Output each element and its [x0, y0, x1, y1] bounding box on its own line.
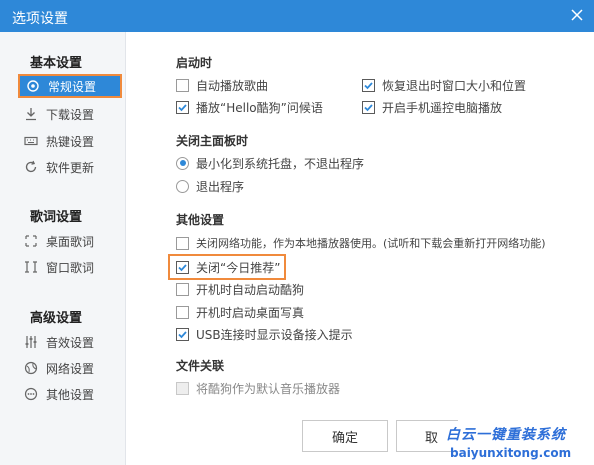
- checkbox-box[interactable]: [176, 236, 189, 250]
- sidebar-item-label: 热键设置: [46, 134, 95, 149]
- equalizer-icon: [24, 335, 38, 349]
- option-label: 最小化到系统托盘，不退出程序: [196, 156, 365, 171]
- checkbox-box: [176, 381, 189, 395]
- checkbox-desktop-photo[interactable]: 开机时启动桌面写真: [176, 303, 304, 321]
- radio-exit-program[interactable]: 退出程序: [176, 177, 244, 195]
- radio-button[interactable]: [176, 179, 189, 193]
- radio-minimize-tray[interactable]: 最小化到系统托盘，不退出程序: [176, 154, 364, 172]
- option-label: 恢复退出时窗口大小和位置: [382, 78, 527, 93]
- checkbox-autoplay[interactable]: 自动播放歌曲: [176, 76, 268, 94]
- option-label: 关闭“今日推荐”: [196, 260, 281, 275]
- sidebar-item-label: 其他设置: [46, 387, 95, 402]
- checkbox-box[interactable]: [176, 305, 189, 319]
- sidebar-item-download[interactable]: 下载设置: [24, 102, 110, 126]
- section-heading-close-panel: 关闭主面板时: [176, 134, 249, 148]
- radio-button[interactable]: [176, 156, 189, 170]
- title-bar: 选项设置: [0, 0, 594, 32]
- sidebar-item-network[interactable]: 网络设置: [24, 356, 110, 380]
- sidebar-heading-advanced: 高级设置: [30, 311, 83, 326]
- keyboard-icon: [24, 134, 38, 148]
- checkbox-restore-window[interactable]: 恢复退出时窗口大小和位置: [362, 76, 526, 94]
- sidebar-item-update[interactable]: 软件更新: [24, 155, 110, 179]
- checkbox-box[interactable]: [176, 78, 189, 92]
- section-heading-file-assoc: 文件关联: [176, 359, 225, 373]
- settings-content: 启动时 自动播放歌曲 恢复退出时窗口大小和位置 播放“Hello酷狗”问候语 开…: [126, 32, 594, 465]
- checkbox-autostart[interactable]: 开机时自动启动酷狗: [176, 280, 304, 298]
- sidebar-item-window-lyrics[interactable]: 窗口歌词: [24, 255, 110, 279]
- checkbox-box[interactable]: [362, 78, 375, 92]
- gear-icon: [26, 79, 40, 93]
- sidebar-item-label: 下载设置: [46, 107, 95, 122]
- option-label: 开机时自动启动酷狗: [196, 282, 305, 297]
- option-label: 开机时启动桌面写真: [196, 305, 305, 320]
- checkbox-disable-daily-recommend[interactable]: 关闭“今日推荐”: [176, 258, 280, 276]
- checkbox-box[interactable]: [176, 282, 189, 296]
- checkbox-phone-remote[interactable]: 开启手机遥控电脑播放: [362, 98, 502, 116]
- checkbox-default-player: 将酷狗作为默认音乐播放器: [176, 379, 340, 397]
- sidebar-item-sound[interactable]: 音效设置: [24, 330, 110, 354]
- checkbox-box[interactable]: [362, 100, 375, 114]
- checkbox-hello-greeting[interactable]: 播放“Hello酷狗”问候语: [176, 98, 323, 116]
- sidebar: 基本设置 常规设置 下载设置 热键设置 软件更新 歌词设置 桌面歌词 窗口歌词 …: [0, 32, 126, 465]
- option-label: USB连接时显示设备接入提示: [196, 327, 353, 342]
- sidebar-item-desktop-lyrics[interactable]: 桌面歌词: [24, 229, 110, 253]
- checkbox-disable-network[interactable]: 关闭网络功能，作为本地播放器使用。(试听和下载会重新打开网络功能): [176, 234, 546, 252]
- option-label: 关闭网络功能，作为本地播放器使用。(试听和下载会重新打开网络功能): [196, 237, 546, 250]
- watermark-url: baiyunxitong.com: [450, 446, 572, 460]
- option-label: 开启手机遥控电脑播放: [382, 100, 503, 115]
- checkbox-box[interactable]: [176, 260, 189, 274]
- sidebar-item-label: 软件更新: [46, 160, 95, 175]
- sidebar-item-label: 网络设置: [46, 361, 95, 376]
- download-icon: [24, 107, 38, 121]
- option-label: 播放“Hello酷狗”问候语: [196, 100, 323, 115]
- window-lyrics-icon: [24, 260, 38, 274]
- option-label: 自动播放歌曲: [196, 78, 269, 93]
- watermark: 白云一键重装系统 baiyunxitong.com: [440, 422, 594, 465]
- ok-button[interactable]: 确定: [302, 420, 388, 452]
- sidebar-item-other[interactable]: 其他设置: [24, 382, 110, 406]
- checkbox-box[interactable]: [176, 327, 189, 341]
- sidebar-item-label: 常规设置: [48, 79, 97, 94]
- section-heading-startup: 启动时: [176, 56, 213, 70]
- window-title: 选项设置: [12, 11, 68, 27]
- desktop-lyrics-icon: [24, 234, 38, 248]
- checkbox-usb-prompt[interactable]: USB连接时显示设备接入提示: [176, 325, 353, 343]
- refresh-icon: [24, 160, 38, 174]
- sidebar-heading-basic: 基本设置: [30, 56, 83, 71]
- globe-icon: [24, 361, 38, 375]
- sidebar-item-hotkey[interactable]: 热键设置: [24, 129, 110, 153]
- close-icon[interactable]: [568, 6, 586, 24]
- checkbox-box[interactable]: [176, 100, 189, 114]
- section-heading-other: 其他设置: [176, 213, 225, 227]
- watermark-title: 白云一键重装系统: [446, 427, 566, 443]
- sidebar-item-general[interactable]: 常规设置: [18, 74, 122, 98]
- sidebar-item-label: 窗口歌词: [46, 260, 95, 275]
- sidebar-item-label: 音效设置: [46, 335, 95, 350]
- more-icon: [24, 387, 38, 401]
- option-label: 将酷狗作为默认音乐播放器: [196, 381, 341, 396]
- sidebar-item-label: 桌面歌词: [46, 234, 95, 249]
- option-label: 退出程序: [196, 179, 245, 194]
- sidebar-heading-lyrics: 歌词设置: [30, 210, 83, 225]
